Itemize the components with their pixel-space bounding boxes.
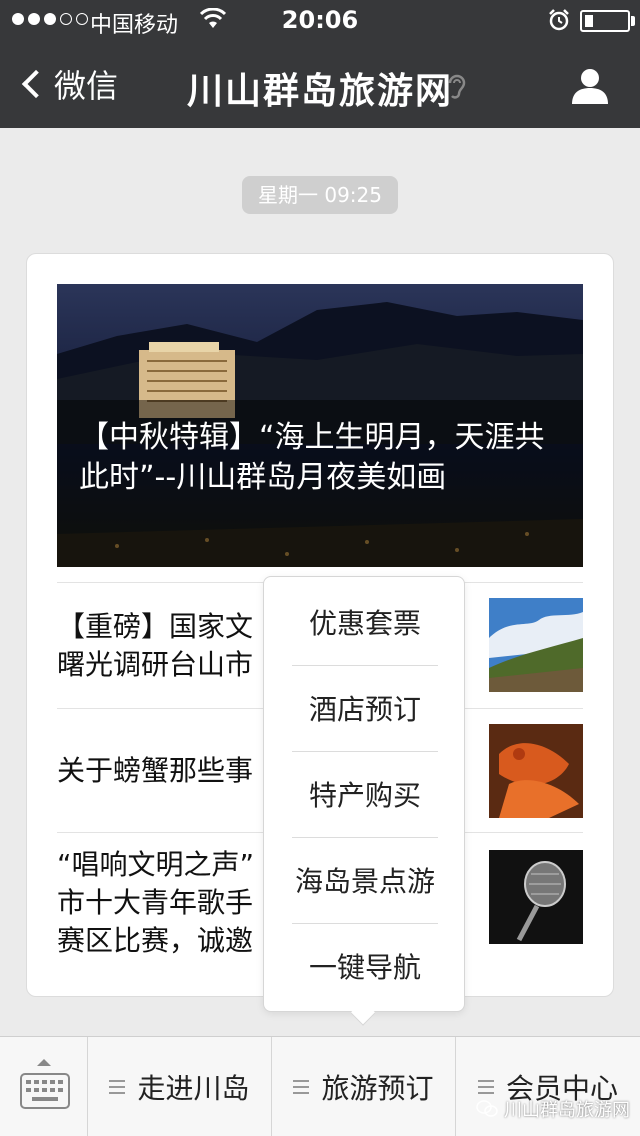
- menu-item-navigation[interactable]: 一键导航: [292, 925, 438, 1011]
- keyboard-toggle-button[interactable]: [0, 1037, 88, 1136]
- caret-up-icon: [37, 1059, 51, 1066]
- watermark: 川山群岛旅游网: [476, 1096, 630, 1122]
- divider: [292, 665, 438, 666]
- menu-lines-icon: [293, 1080, 310, 1094]
- divider: [292, 923, 438, 924]
- navigation-bar: 微信 川山群岛旅游网: [0, 40, 640, 128]
- article-thumbnail: [489, 598, 583, 692]
- wechat-icon: [476, 1100, 498, 1117]
- menu-button-explore-island[interactable]: 走进川岛: [88, 1037, 272, 1136]
- battery-tip: [631, 16, 635, 26]
- menu-button-label: 走进川岛: [137, 1072, 250, 1105]
- status-bar: 中国移动 20:06: [0, 0, 640, 40]
- menu-lines-icon: [477, 1080, 494, 1094]
- menu-button-label: 旅游预订: [321, 1072, 434, 1105]
- menu-lines-icon: [109, 1080, 126, 1094]
- article-thumbnail: [489, 724, 583, 818]
- popup-menu: 优惠套票 酒店预订 特产购买 海岛景点游 一键导航: [263, 576, 465, 1012]
- alarm-clock-icon: [549, 9, 569, 31]
- message-timestamp: 星期一 09:25: [242, 176, 398, 214]
- menu-item-hotel-booking[interactable]: 酒店预订: [292, 667, 438, 753]
- article-thumbnail: [489, 850, 583, 944]
- divider: [292, 751, 438, 752]
- status-time: 20:06: [281, 6, 359, 34]
- battery-icon: [580, 10, 630, 32]
- hero-article[interactable]: 【中秋特辑】“海上生明月，天涯共此时”--川山群岛月夜美如画: [57, 284, 583, 567]
- page-title: 川山群岛旅游网: [186, 71, 453, 112]
- keyboard-icon: [20, 1073, 70, 1109]
- divider: [292, 837, 438, 838]
- menu-button-travel-booking[interactable]: 旅游预订: [272, 1037, 456, 1136]
- ear-icon: [448, 74, 466, 99]
- menu-item-package-tickets[interactable]: 优惠套票: [292, 581, 438, 667]
- profile-icon[interactable]: [570, 65, 610, 105]
- top-bar: 中国移动 20:06 微信 川山群岛旅游网: [0, 0, 640, 128]
- menu-item-island-tours[interactable]: 海岛景点游: [292, 839, 438, 925]
- hero-title: 【中秋特辑】“海上生明月，天涯共此时”--川山群岛月夜美如画: [79, 420, 545, 495]
- menu-item-local-products[interactable]: 特产购买: [292, 753, 438, 839]
- watermark-text: 川山群岛旅游网: [504, 1100, 630, 1121]
